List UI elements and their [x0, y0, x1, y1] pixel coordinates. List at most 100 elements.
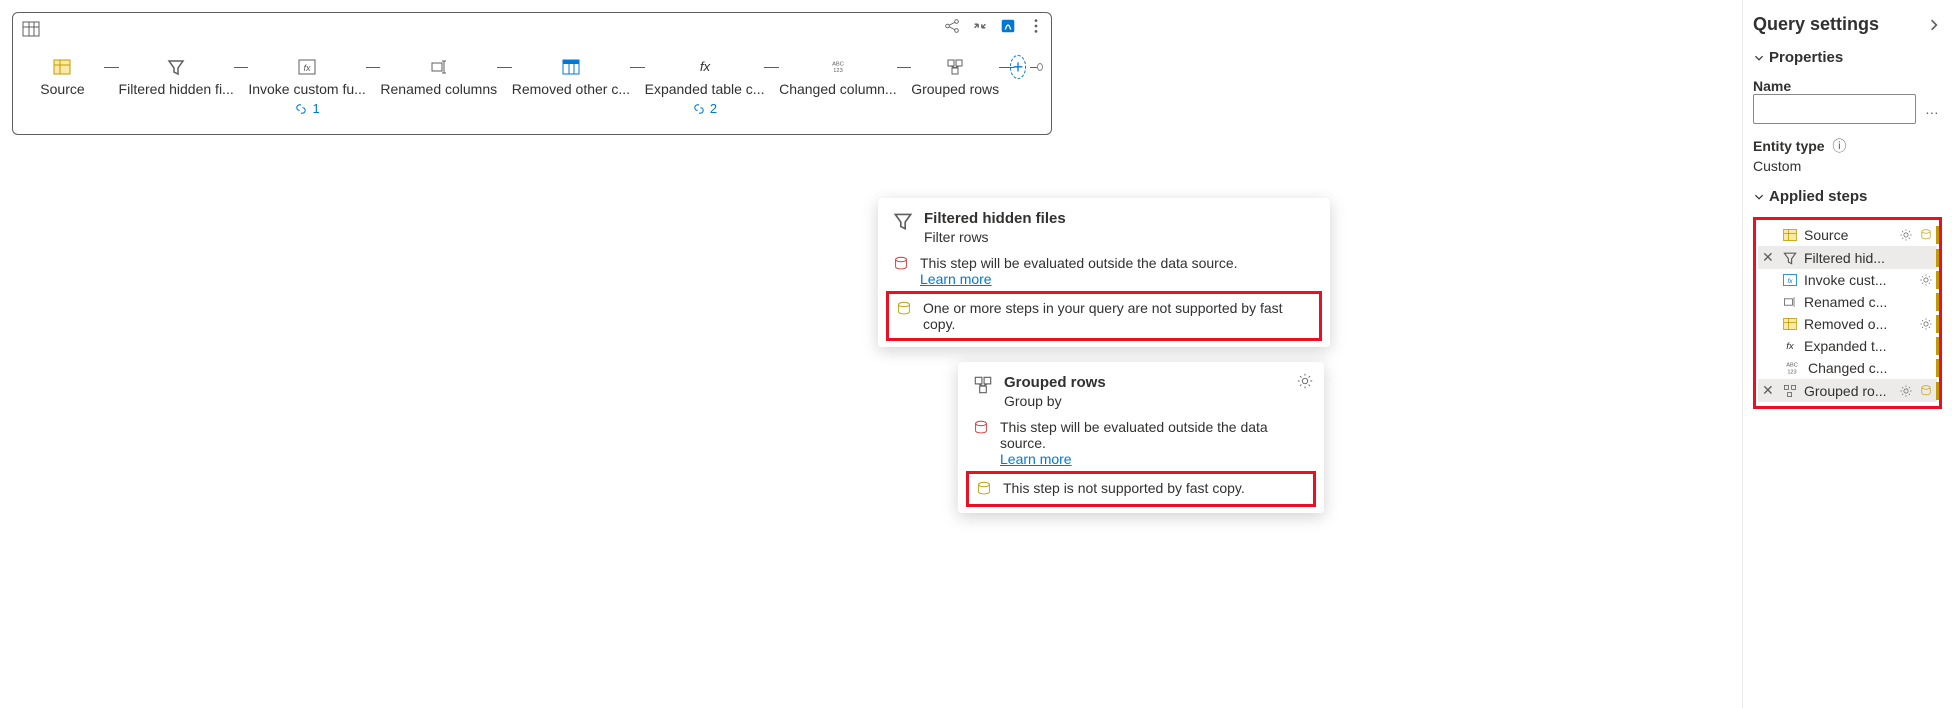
fx-icon: fx: [695, 57, 715, 77]
applied-step-item[interactable]: ABC123Changed c...: [1758, 357, 1937, 379]
table-icon: [1782, 227, 1798, 243]
applied-step-item[interactable]: ✕ Grouped ro...: [1758, 379, 1937, 402]
svg-text:fx: fx: [1786, 341, 1795, 352]
tooltip-title: Grouped rows: [1004, 374, 1106, 391]
table-icon: [561, 57, 581, 77]
learn-more-link[interactable]: Learn more: [920, 271, 992, 287]
applied-step-item[interactable]: fxExpanded t...: [1758, 335, 1937, 357]
group-icon: [945, 57, 965, 77]
applied-steps-list: Source ✕Filtered hid... fx Invoke cust... Re…: [1753, 217, 1942, 409]
abc123-icon: ABC 123: [1782, 360, 1802, 376]
query-settings-title: Query settings: [1753, 14, 1942, 35]
applied-step-item[interactable]: ✕Filtered hid...: [1758, 246, 1937, 269]
diagram-step-link-count[interactable]: 1: [294, 101, 319, 116]
fx-icon: fx: [1782, 338, 1798, 354]
group-icon: [1782, 383, 1798, 399]
connector: [497, 67, 512, 68]
svg-text:ABC: ABC: [1786, 362, 1798, 368]
diagram-step-label: Grouped rows: [911, 81, 999, 97]
connector: [630, 67, 645, 68]
applied-step-label: Source: [1804, 227, 1893, 243]
diagram-step-changed[interactable]: ABC123 Changed column...: [779, 57, 897, 97]
applied-step-item[interactable]: Removed o...: [1758, 313, 1937, 335]
applied-step-label: Invoke cust...: [1804, 272, 1913, 288]
table-icon: [52, 57, 72, 77]
diagram-step-label: Changed column...: [779, 81, 897, 97]
delete-step-icon[interactable]: ✕: [1762, 382, 1776, 399]
entity-type-value: Custom: [1753, 158, 1942, 174]
gear-icon[interactable]: [1296, 372, 1314, 390]
properties-header[interactable]: Properties: [1753, 49, 1942, 66]
filter-icon: [166, 57, 186, 77]
step-accent: [1936, 249, 1939, 267]
rename-icon: [429, 57, 449, 77]
collapse-icon[interactable]: [971, 17, 989, 35]
diagram-step-renamed[interactable]: Renamed columns: [380, 57, 497, 97]
group-icon: [972, 374, 994, 396]
step-accent: [1936, 382, 1939, 400]
connector: [764, 67, 779, 68]
svg-text:123: 123: [1787, 370, 1796, 376]
chevron-right-icon[interactable]: [1926, 17, 1942, 33]
query-settings-pane: Query settings Properties Name … Entity …: [1742, 0, 1952, 708]
diagram-step-label: Expanded table c...: [645, 81, 765, 97]
diagram-step-removed[interactable]: Removed other c...: [512, 57, 630, 97]
delete-step-icon[interactable]: ✕: [1762, 249, 1776, 266]
name-label: Name: [1753, 78, 1942, 94]
applied-step-item[interactable]: Source: [1758, 224, 1937, 246]
fx-table-icon: fx: [1782, 272, 1798, 288]
connector: [234, 67, 249, 68]
step-tooltip-filtered: Filtered hidden files Filter rows This s…: [878, 198, 1330, 347]
diagram-step-source[interactable]: Source: [21, 57, 104, 97]
tooltip-fastcopy-msg: This step is not supported by fast copy.: [1003, 480, 1245, 496]
gear-icon[interactable]: [1899, 384, 1913, 398]
svg-text:fx: fx: [699, 59, 711, 74]
gear-icon[interactable]: [1919, 317, 1933, 331]
diagram-step-grouped[interactable]: Grouped rows: [911, 57, 999, 97]
svg-text:fx: fx: [1788, 278, 1794, 285]
rail-end: [1037, 63, 1043, 71]
step-accent: [1936, 271, 1939, 289]
step-accent: [1936, 293, 1939, 311]
diagram-step-label: Renamed columns: [380, 81, 497, 97]
tooltip-fastcopy-msg: One or more steps in your query are not …: [923, 300, 1313, 332]
fx-table-icon: fx: [297, 57, 317, 77]
connector: [897, 67, 912, 68]
warning-db-icon: [892, 255, 910, 273]
name-input[interactable]: [1753, 94, 1916, 124]
applied-step-item[interactable]: fx Invoke cust...: [1758, 269, 1937, 291]
entity-type-label: Entity type ⓘ: [1753, 136, 1942, 156]
chevron-down-icon: [1753, 191, 1765, 203]
steps-row: Source Filtered hidden fi... fx Invoke c…: [21, 57, 1043, 126]
share-icon[interactable]: [943, 17, 961, 35]
diagram-step-link-count[interactable]: 2: [692, 101, 717, 116]
svg-text:fx: fx: [304, 63, 312, 73]
diagram-step-filtered[interactable]: Filtered hidden fi...: [119, 57, 234, 97]
connector: [104, 67, 119, 68]
applied-step-label: Grouped ro...: [1804, 383, 1893, 399]
step-accent: [1936, 359, 1939, 377]
add-step-button[interactable]: +: [1010, 55, 1027, 79]
diagram-step-label: Invoke custom fu...: [248, 81, 366, 97]
more-icon[interactable]: [1027, 17, 1045, 35]
gear-icon[interactable]: [1919, 273, 1933, 287]
tooltip-warning: This step will be evaluated outside the …: [1000, 419, 1310, 451]
diagram-step-expanded[interactable]: fx Expanded table c... 2: [645, 57, 765, 116]
info-icon[interactable]: ⓘ: [1828, 138, 1846, 154]
svg-text:ABC: ABC: [832, 62, 844, 68]
applied-step-item[interactable]: Renamed c...: [1758, 291, 1937, 313]
step-tooltip-grouped: Grouped rows Group by This step will be …: [958, 362, 1324, 513]
learn-more-link[interactable]: Learn more: [1000, 451, 1072, 467]
powerquery-icon[interactable]: [999, 17, 1017, 35]
step-accent: [1936, 226, 1939, 244]
gear-icon[interactable]: [1899, 228, 1913, 242]
filter-icon: [1782, 250, 1798, 266]
name-more-button[interactable]: …: [1922, 94, 1942, 124]
applied-steps-header[interactable]: Applied steps: [1753, 188, 1942, 205]
filter-icon: [892, 210, 914, 232]
diagram-step-invoke[interactable]: fx Invoke custom fu... 1: [248, 57, 366, 116]
datasource-icon: [1919, 228, 1933, 242]
table-icon: [21, 19, 41, 39]
svg-text:123: 123: [833, 68, 843, 74]
rename-icon: [1782, 294, 1798, 310]
